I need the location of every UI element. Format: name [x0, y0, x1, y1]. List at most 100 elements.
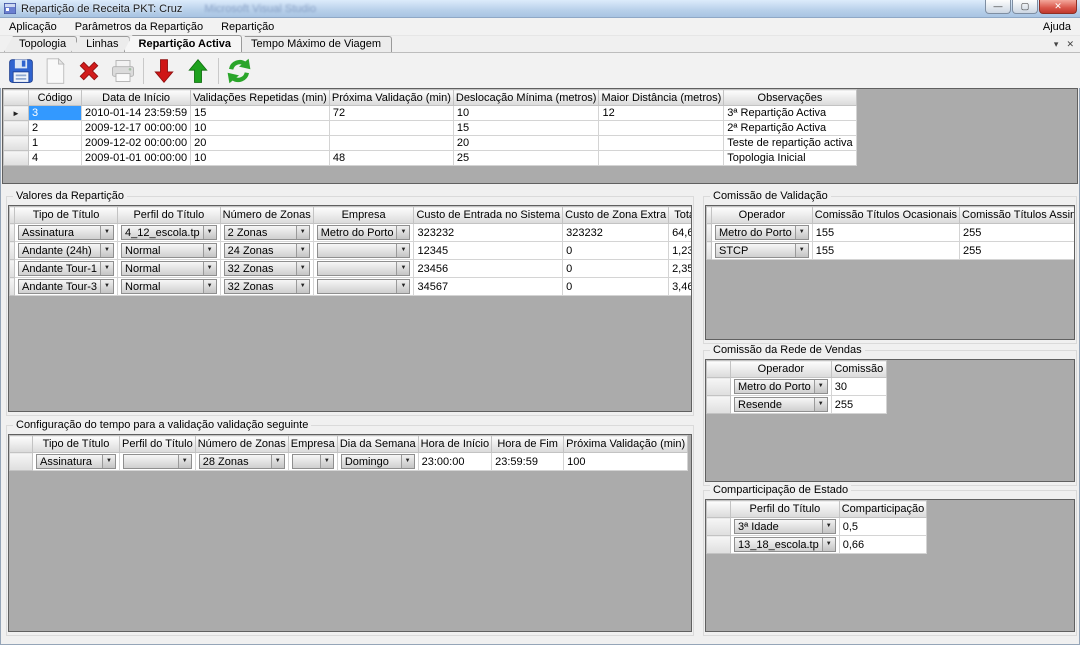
grid-cell[interactable]: 20 [453, 136, 599, 151]
grid-cell[interactable]: Topologia Inicial [724, 151, 856, 166]
chevron-down-icon[interactable]: ▼ [100, 226, 113, 239]
delete-button[interactable] [72, 55, 106, 87]
column-header[interactable]: Custo de Entrada no Sistema [414, 207, 563, 224]
menu-aplicacao[interactable]: Aplicação [0, 19, 66, 35]
new-button[interactable] [38, 55, 72, 87]
grid-cell[interactable]: ▼ [288, 453, 337, 471]
chevron-down-icon[interactable]: ▼ [203, 262, 216, 275]
grid-cell[interactable]: 0 [563, 278, 669, 296]
grid-cell[interactable]: Metro do Porto▼ [712, 224, 813, 242]
chevron-down-icon[interactable]: ▼ [100, 244, 113, 257]
grid-cell[interactable] [329, 136, 453, 151]
chevron-down-icon[interactable]: ▼ [396, 262, 409, 275]
grid-cell[interactable]: 1 [29, 136, 82, 151]
grid-cell[interactable]: 3,46 [669, 278, 692, 296]
column-header[interactable]: Comissão [831, 361, 886, 378]
grid-cell[interactable]: 23:00:00 [418, 453, 491, 471]
chevron-down-icon[interactable]: ▼ [271, 455, 284, 468]
grid-cell[interactable]: 2 [29, 121, 82, 136]
combo-dropdown[interactable]: 32 Zonas▼ [224, 261, 310, 276]
combo-dropdown[interactable]: 13_18_escola.tp▼ [734, 537, 836, 552]
grid-cell[interactable]: Assinatura▼ [15, 224, 118, 242]
grid-cell[interactable]: 255 [831, 396, 886, 414]
menu-parametros-da-reparticao[interactable]: Parâmetros da Repartição [66, 19, 212, 35]
chevron-down-icon[interactable]: ▼ [396, 226, 409, 239]
column-header[interactable]: Observações [724, 90, 856, 106]
chevron-down-icon[interactable]: ▼ [822, 520, 835, 533]
grid-cell[interactable]: 13_18_escola.tp▼ [731, 536, 840, 554]
grid-cell[interactable]: 2010-01-14 23:59:59 [82, 106, 191, 121]
combo-dropdown[interactable]: ▼ [317, 243, 411, 258]
row-selector[interactable] [10, 453, 33, 471]
column-header[interactable]: Tipo de Título [33, 436, 120, 453]
row-selector[interactable] [707, 378, 731, 396]
column-header[interactable]: Perfil do Título [118, 207, 221, 224]
grid-cell[interactable]: Metro do Porto▼ [313, 224, 414, 242]
grid-cell[interactable]: 155 [812, 224, 959, 242]
grid-cell[interactable]: Andante Tour-1▼ [15, 260, 118, 278]
chevron-down-icon[interactable]: ▼ [296, 262, 309, 275]
combo-dropdown[interactable]: Andante (24h)▼ [18, 243, 114, 258]
grid-cell[interactable] [599, 151, 724, 166]
grid-cell[interactable]: 25 [453, 151, 599, 166]
grid-cell[interactable]: 72 [329, 106, 453, 121]
combo-dropdown[interactable]: Andante Tour-3▼ [18, 279, 114, 294]
grid-cell[interactable]: Andante (24h)▼ [15, 242, 118, 260]
column-header[interactable]: Empresa [288, 436, 337, 453]
chevron-down-icon[interactable]: ▼ [203, 226, 216, 239]
grid-cell[interactable]: 48 [329, 151, 453, 166]
column-header[interactable]: Perfil do Título [731, 501, 840, 518]
combo-dropdown[interactable]: ▼ [123, 454, 192, 469]
column-header[interactable]: Código [29, 90, 82, 106]
grid-cell[interactable]: ▼ [313, 260, 414, 278]
grid-cell[interactable]: Metro do Porto▼ [731, 378, 832, 396]
chevron-down-icon[interactable]: ▼ [814, 380, 827, 393]
combo-dropdown[interactable]: 4_12_escola.tp▼ [121, 225, 217, 240]
combo-dropdown[interactable]: 2 Zonas▼ [224, 225, 310, 240]
column-header[interactable]: Total [669, 207, 692, 224]
refresh-button[interactable] [222, 55, 256, 87]
grid-cell[interactable]: 24 Zonas▼ [220, 242, 313, 260]
grid-cell[interactable]: Resende▼ [731, 396, 832, 414]
grid-cell[interactable]: Assinatura▼ [33, 453, 120, 471]
column-header[interactable]: Número de Zonas [220, 207, 313, 224]
menu-ajuda[interactable]: Ajuda [1034, 19, 1080, 35]
grid-cell[interactable]: 34567 [414, 278, 563, 296]
grid-cell[interactable]: 10 [191, 121, 330, 136]
grid-cell[interactable]: Normal▼ [118, 278, 221, 296]
grid-cell[interactable]: 4_12_escola.tp▼ [118, 224, 221, 242]
combo-dropdown[interactable]: 24 Zonas▼ [224, 243, 310, 258]
grid-cell[interactable] [329, 121, 453, 136]
grid-cell[interactable]: 64,65 [669, 224, 692, 242]
grid-cell[interactable]: 15 [191, 106, 330, 121]
grid-cell[interactable]: 0,66 [839, 536, 927, 554]
chevron-down-icon[interactable]: ▼ [814, 398, 827, 411]
row-selector[interactable] [4, 151, 29, 166]
grid-cell[interactable]: 10 [191, 151, 330, 166]
grid-cell[interactable]: Normal▼ [118, 260, 221, 278]
grid-cell[interactable]: 20 [191, 136, 330, 151]
column-header[interactable]: Operador [712, 207, 813, 224]
column-header[interactable]: Perfil do Título [120, 436, 196, 453]
tab-topologia[interactable]: Topologia [4, 36, 77, 52]
chevron-down-icon[interactable]: ▼ [320, 455, 333, 468]
grid-cell[interactable]: 12 [599, 106, 724, 121]
grid-cell[interactable]: 32 Zonas▼ [220, 260, 313, 278]
combo-dropdown[interactable]: Assinatura▼ [18, 225, 114, 240]
column-header[interactable]: Tipo de Título [15, 207, 118, 224]
combo-dropdown[interactable]: Assinatura▼ [36, 454, 116, 469]
grid-cell[interactable]: 10 [453, 106, 599, 121]
grid-cell[interactable] [599, 136, 724, 151]
grid-cell[interactable]: 32 Zonas▼ [220, 278, 313, 296]
grid-cell[interactable]: 1,23 [669, 242, 692, 260]
grid-cell[interactable]: 30 [831, 378, 886, 396]
combo-dropdown[interactable]: 3ª Idade▼ [734, 519, 836, 534]
column-header[interactable]: Hora de Fim [492, 436, 564, 453]
grid-cell[interactable]: ▼ [313, 278, 414, 296]
grid-cell[interactable]: 3 [29, 106, 82, 121]
combo-dropdown[interactable]: STCP▼ [715, 243, 809, 258]
chevron-down-icon[interactable]: ▾ [1054, 38, 1059, 50]
column-header[interactable]: Número de Zonas [195, 436, 288, 453]
combo-dropdown[interactable]: Normal▼ [121, 243, 217, 258]
menu-reparticao[interactable]: Repartição [212, 19, 283, 35]
